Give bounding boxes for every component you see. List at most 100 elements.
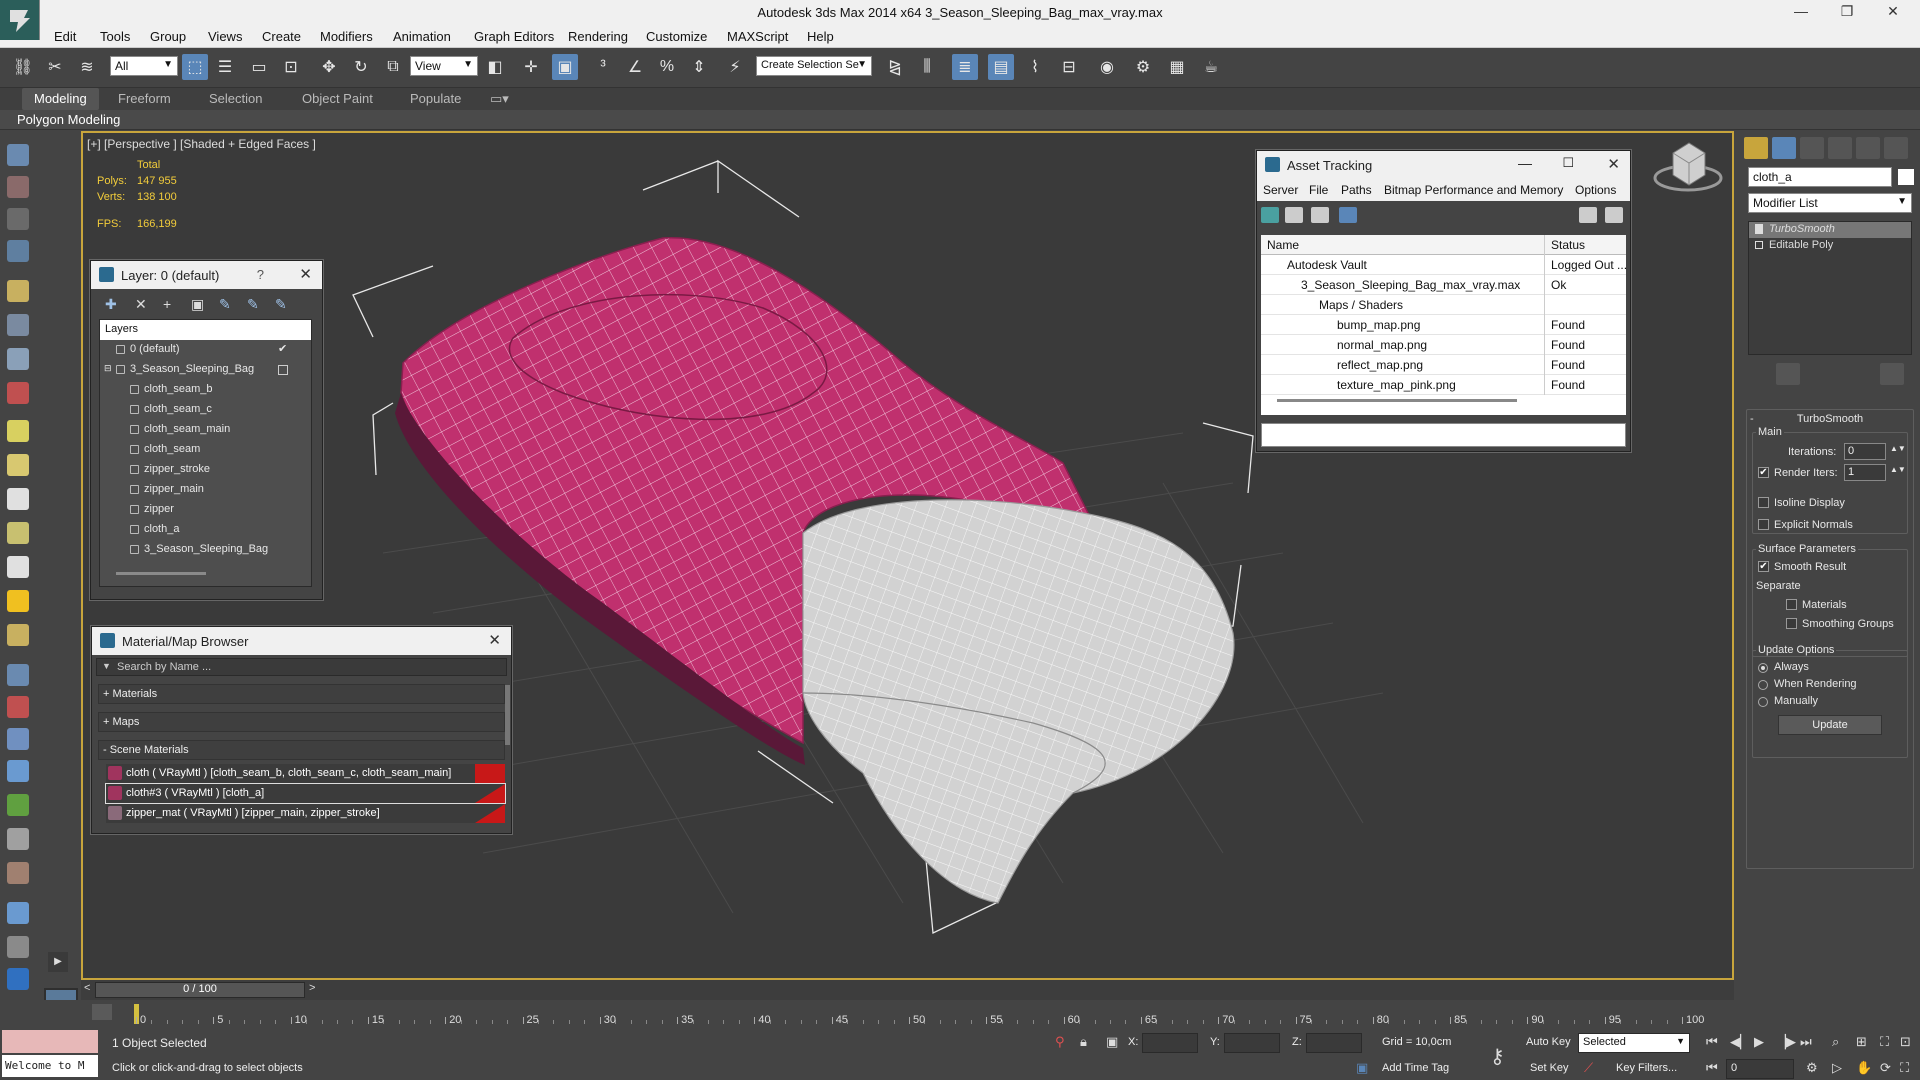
snaps-toggle-icon[interactable]: ³ xyxy=(590,54,616,80)
close-icon[interactable]: ✕ xyxy=(299,265,312,283)
select-manipulate-icon[interactable]: ✛ xyxy=(518,54,544,80)
asset-row[interactable]: bump_map.png Found xyxy=(1261,315,1626,335)
time-slider-thumb[interactable]: 0 / 100 xyxy=(95,982,305,998)
asset-tracking-titlebar[interactable]: Asset Tracking — ☐ ✕ xyxy=(1257,151,1630,179)
menu-graph-editors[interactable]: Graph Editors xyxy=(474,29,554,44)
layer-row[interactable]: cloth_seam_c xyxy=(100,400,311,420)
set-key-button[interactable]: Set Key xyxy=(1530,1062,1569,1074)
when-rendering-radio[interactable] xyxy=(1758,680,1768,690)
go-to-start-icon[interactable]: ⏮ xyxy=(1706,1034,1718,1050)
hierarchy-tab-icon[interactable] xyxy=(1800,137,1824,159)
materials-group[interactable]: + Materials xyxy=(98,684,505,704)
cylinder-icon[interactable] xyxy=(7,522,29,544)
create-tab-icon[interactable] xyxy=(1744,137,1768,159)
layer-row[interactable]: cloth_seam xyxy=(100,440,311,460)
orbit-icon[interactable]: ⟳ xyxy=(1880,1060,1891,1076)
align-tools-icon[interactable] xyxy=(7,936,29,958)
close-icon[interactable]: ✕ xyxy=(488,631,501,649)
always-radio[interactable] xyxy=(1758,663,1768,673)
zoom-extents-all-icon[interactable]: ⊡ xyxy=(1900,1034,1911,1050)
material-item[interactable]: zipper_mat ( VRayMtl ) [zipper_main, zip… xyxy=(106,804,505,823)
light-icon[interactable] xyxy=(7,280,29,302)
modify-tab-icon[interactable] xyxy=(1772,137,1796,159)
menu-customize[interactable]: Customize xyxy=(646,29,707,44)
lock-selection-icon[interactable]: 🔒︎ xyxy=(1080,1034,1087,1050)
bind-space-warp-icon[interactable]: ≋ xyxy=(74,54,100,80)
rotate-icon[interactable]: ↻ xyxy=(348,54,374,80)
tree-view-icon[interactable] xyxy=(1311,207,1329,223)
modifier-stack-item[interactable]: Editable Poly xyxy=(1749,238,1911,254)
time-slider[interactable]: < 0 / 100 > xyxy=(81,980,1734,1000)
globe-icon[interactable] xyxy=(7,760,29,782)
smooth-result-checkbox[interactable]: ✔ xyxy=(1758,561,1769,572)
list-view-icon[interactable] xyxy=(1285,207,1303,223)
render-iters-spinner[interactable]: 1 xyxy=(1844,464,1886,481)
spinner-arrows-icon[interactable]: ▲▼ xyxy=(1890,444,1906,453)
selection-filter-dropdown[interactable]: All ▼ xyxy=(110,56,178,76)
align-icon[interactable]: ⫼ xyxy=(914,54,940,80)
time-configuration-icon[interactable]: ⚙ xyxy=(1806,1060,1818,1076)
named-selection-set-dropdown[interactable]: Create Selection Se ▼ xyxy=(756,56,872,76)
bulb-icon[interactable] xyxy=(1755,224,1763,234)
sphere-blue-icon[interactable] xyxy=(7,902,29,924)
layer-window-titlebar[interactable]: Layer: 0 (default) ? ✕ xyxy=(91,261,322,289)
asset-row[interactable]: normal_map.png Found xyxy=(1261,335,1626,355)
collapse-icon[interactable]: ⊟ xyxy=(104,363,112,374)
z-coordinate-field[interactable] xyxy=(1306,1033,1362,1053)
tab-modeling[interactable]: Modeling xyxy=(22,88,99,110)
checkmark-icon[interactable]: ✔ xyxy=(278,342,287,355)
select-object-icon[interactable]: ⬚ xyxy=(182,54,208,80)
prev-frame-icon[interactable]: < xyxy=(84,982,90,994)
hair-fur-icon[interactable] xyxy=(7,828,29,850)
spinner-snap-icon[interactable]: ⇕ xyxy=(686,54,712,80)
explorer-icon[interactable] xyxy=(7,240,29,262)
next-frame-button-icon[interactable]: ▕▶ xyxy=(1776,1034,1796,1050)
particles-icon[interactable] xyxy=(7,664,29,686)
select-by-name-icon[interactable]: ☰ xyxy=(212,54,238,80)
materials-checkbox[interactable] xyxy=(1786,599,1797,610)
material-item[interactable]: cloth#3 ( VRayMtl ) [cloth_a] xyxy=(105,783,506,804)
foliage-icon[interactable] xyxy=(7,794,29,816)
layer-scrollbar[interactable] xyxy=(116,572,206,575)
move-icon[interactable]: ✥ xyxy=(316,54,342,80)
layer-row[interactable]: cloth_a xyxy=(100,520,311,540)
cone-icon[interactable] xyxy=(7,556,29,578)
asset-scrollbar[interactable] xyxy=(1277,399,1517,402)
key-icon[interactable]: ⚷ xyxy=(1490,1044,1505,1069)
scene-explorer-icon[interactable]: ▤ xyxy=(988,54,1014,80)
asset-menu-options[interactable]: Options xyxy=(1575,183,1616,197)
modifier-stack-item[interactable]: TurboSmooth xyxy=(1749,222,1911,238)
go-to-end-icon[interactable]: ⏭ xyxy=(1800,1034,1812,1050)
sphere-icon[interactable] xyxy=(7,454,29,476)
viewcube[interactable] xyxy=(1653,142,1723,192)
rectangular-selection-icon[interactable]: ▭ xyxy=(246,54,272,80)
layers-column-header[interactable]: Layers xyxy=(100,320,311,340)
isolate-selection-icon[interactable]: ⚲ xyxy=(1055,1034,1065,1050)
remove-modifier-icon[interactable] xyxy=(1832,363,1856,385)
tab-populate[interactable]: Populate xyxy=(410,91,461,106)
maps-group[interactable]: + Maps xyxy=(98,712,505,732)
play-icon[interactable]: ▶ xyxy=(1754,1034,1764,1050)
layer-box-icon[interactable] xyxy=(278,365,288,375)
isoline-display-checkbox[interactable] xyxy=(1758,497,1769,508)
key-selection-dropdown[interactable]: Selected ▼ xyxy=(1578,1033,1690,1053)
material-item[interactable]: cloth ( VRayMtl ) [cloth_seam_b, cloth_s… xyxy=(106,764,505,783)
scale-icon[interactable]: ⧉ xyxy=(380,54,406,80)
rendered-frame-window-icon[interactable]: ▦ xyxy=(1164,54,1190,80)
pivot-center-icon[interactable]: ◧ xyxy=(482,54,508,80)
column-divider[interactable] xyxy=(1544,235,1545,255)
unlink-icon[interactable]: ✂ xyxy=(42,54,68,80)
torus-icon[interactable] xyxy=(7,624,29,646)
layer-row[interactable]: cloth_seam_main xyxy=(100,420,311,440)
scene-list-icon[interactable] xyxy=(7,208,29,230)
object-name-field[interactable]: cloth_a xyxy=(1748,167,1892,187)
modifier-list-dropdown[interactable]: Modifier List ▼ xyxy=(1748,193,1912,213)
space-warp-icon[interactable] xyxy=(7,382,29,404)
explicit-normals-checkbox[interactable] xyxy=(1758,519,1769,530)
freeze-layers-icon[interactable]: ✎ xyxy=(275,296,287,313)
restore-icon[interactable]: ❐ xyxy=(1832,3,1862,20)
iterations-spinner[interactable]: 0 xyxy=(1844,443,1886,460)
x-coordinate-field[interactable] xyxy=(1142,1033,1198,1053)
key-filters-button[interactable]: Key Filters... xyxy=(1616,1062,1677,1074)
update-button[interactable]: Update xyxy=(1778,715,1882,735)
